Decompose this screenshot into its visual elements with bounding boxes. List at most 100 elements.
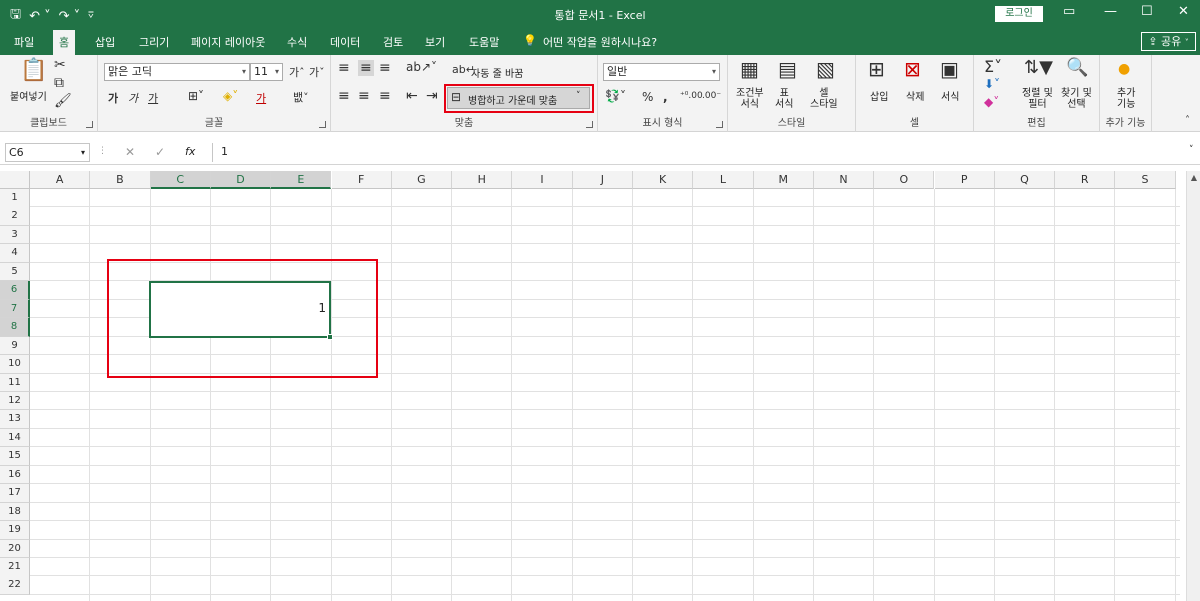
column-header-f[interactable]: F [331,171,392,189]
underline-button[interactable]: 가 [148,90,158,106]
increase-indent-icon[interactable]: ⇥ [426,88,438,104]
login-button[interactable]: 로그인 [995,6,1043,22]
cell-styles-icon[interactable]: ▧ [816,57,835,81]
scroll-up-icon[interactable]: ▲ [1190,174,1198,182]
align-right-icon[interactable]: ≡ [379,88,391,104]
row-header-14[interactable]: 14 [0,428,30,448]
decrease-font-icon[interactable]: 가ˇ [309,64,325,80]
fill-icon[interactable]: ⬇˅ [984,77,1000,91]
tab-view[interactable]: 보기 [425,34,445,50]
column-header-j[interactable]: J [572,171,633,189]
accounting-icon[interactable]: 💱˅ [605,89,626,103]
row-header-16[interactable]: 16 [0,465,30,485]
alignment-launcher-icon[interactable] [586,121,593,128]
insert-function-icon[interactable]: fx [185,145,195,158]
find-select-icon[interactable]: 🔍 [1066,57,1088,78]
row-header-4[interactable]: 4 [0,244,30,263]
spreadsheet-grid[interactable]: ABCDEFGHIJKLMNOPQRS 1 2 3 4 5 6 7 8 9 10 11 12 13 14 1… [0,171,1200,601]
align-top-icon[interactable]: ≡ [338,60,350,76]
borders-icon[interactable]: ⊞˅ [188,89,204,103]
font-size-select[interactable]: 11 ▾ [250,63,283,81]
enter-icon[interactable]: ✓ [155,145,165,159]
paste-icon[interactable]: 📋 [20,58,47,83]
tab-home[interactable]: 홈 [53,30,76,55]
tab-file[interactable]: 파일 [14,34,34,50]
addins-icon[interactable]: ● [1118,61,1130,77]
select-all-corner[interactable] [0,171,30,189]
format-cells-icon[interactable]: ▣ [940,57,959,81]
cancel-icon[interactable]: ✕ [125,145,135,159]
tab-formulas[interactable]: 수식 [287,34,307,50]
row-header-5[interactable]: 5 [0,262,30,282]
collapse-ribbon-icon[interactable]: ˄ [1185,115,1190,126]
row-header-20[interactable]: 20 [0,539,30,559]
tab-review[interactable]: 검토 [383,34,403,50]
name-box[interactable]: C6 ▾ [5,143,90,162]
row-header-11[interactable]: 11 [0,373,30,392]
decrease-indent-icon[interactable]: ⇤ [406,88,418,104]
column-header-b[interactable]: B [90,171,151,189]
vertical-scrollbar[interactable]: ▲ [1186,171,1200,601]
font-name-select[interactable]: 맑은 고딕 ▾ [104,63,250,81]
delete-cells-button[interactable]: 삭제 [906,88,924,103]
ribbon-display-icon[interactable]: ▭ [1063,4,1075,19]
paste-button[interactable]: 붙여넣기 [10,88,47,103]
conditional-format-icon[interactable]: ▦ [740,57,759,81]
wrap-text-button[interactable]: 자동 줄 바꿈 [471,65,523,80]
font-color-button[interactable]: 가 [256,90,266,106]
column-header-a[interactable]: A [30,171,91,189]
bold-button[interactable]: 가 [108,90,118,106]
column-header-q[interactable]: Q [994,171,1056,189]
format-painter-icon[interactable]: 🖌 [54,93,72,109]
column-header-p[interactable]: P [934,171,995,189]
tab-data[interactable]: 데이터 [330,34,360,50]
row-header-8[interactable]: 8 [0,318,30,337]
cut-icon[interactable]: ✂ [54,57,66,73]
align-middle-icon[interactable]: ≡ [358,60,374,76]
cell-styles-button[interactable]: 셀 스타일 [810,88,838,110]
clipboard-launcher-icon[interactable] [86,121,93,128]
column-header-l[interactable]: L [693,171,754,189]
minimize-icon[interactable]: — [1104,4,1117,19]
column-header-r[interactable]: R [1055,171,1116,189]
row-header-10[interactable]: 10 [0,355,30,374]
row-header-22[interactable]: 22 [0,576,30,595]
column-header-c[interactable]: C [150,171,211,189]
row-header-7[interactable]: 7 [0,299,30,319]
insert-cells-icon[interactable]: ⊞ [868,57,885,81]
autosum-icon[interactable]: Σ˅ [984,57,1002,76]
format-table-icon[interactable]: ▤ [778,57,797,81]
column-header-m[interactable]: M [753,171,814,189]
column-header-o[interactable]: O [874,171,935,189]
insert-cells-button[interactable]: 삽입 [870,88,888,103]
conditional-format-button[interactable]: 조건부 서식 [736,88,764,110]
formula-input[interactable]: 1 [212,143,1192,162]
share-button[interactable]: ⇪ 공유 ˅ [1141,32,1196,51]
maximize-icon[interactable]: ☐ [1141,4,1153,19]
clear-icon[interactable]: ◆˅ [984,95,999,109]
row-header-9[interactable]: 9 [0,336,30,356]
row-header-18[interactable]: 18 [0,502,30,522]
row-header-6[interactable]: 6 [0,281,30,300]
find-select-button[interactable]: 찾기 및 선택 [1061,88,1092,110]
orientation-icon[interactable]: ab↗˅ [406,60,437,74]
format-cells-button[interactable]: 서식 [941,88,959,103]
tab-help[interactable]: 도움말 [469,34,499,50]
increase-font-icon[interactable]: 가ˆ [289,64,305,80]
row-header-17[interactable]: 17 [0,484,30,503]
row-header-21[interactable]: 21 [0,558,30,577]
font-launcher-icon[interactable] [319,121,326,128]
column-header-g[interactable]: G [391,171,453,189]
phonetic-icon[interactable]: 뱂˅ [293,89,309,105]
delete-cells-icon[interactable]: ⊠ [904,57,921,81]
decrease-decimal-icon[interactable]: .00⁻ [702,91,721,101]
column-header-k[interactable]: K [633,171,694,189]
sort-filter-button[interactable]: 정렬 및 필터 [1022,88,1053,110]
addins-button[interactable]: 추가 기능 [1117,88,1135,110]
column-header-d[interactable]: D [210,171,272,189]
format-table-button[interactable]: 표 서식 [775,88,793,110]
column-header-s[interactable]: S [1115,171,1176,189]
column-header-i[interactable]: I [512,171,573,189]
row-header-19[interactable]: 19 [0,521,30,540]
fill-color-icon[interactable]: ◈˅ [223,89,238,103]
